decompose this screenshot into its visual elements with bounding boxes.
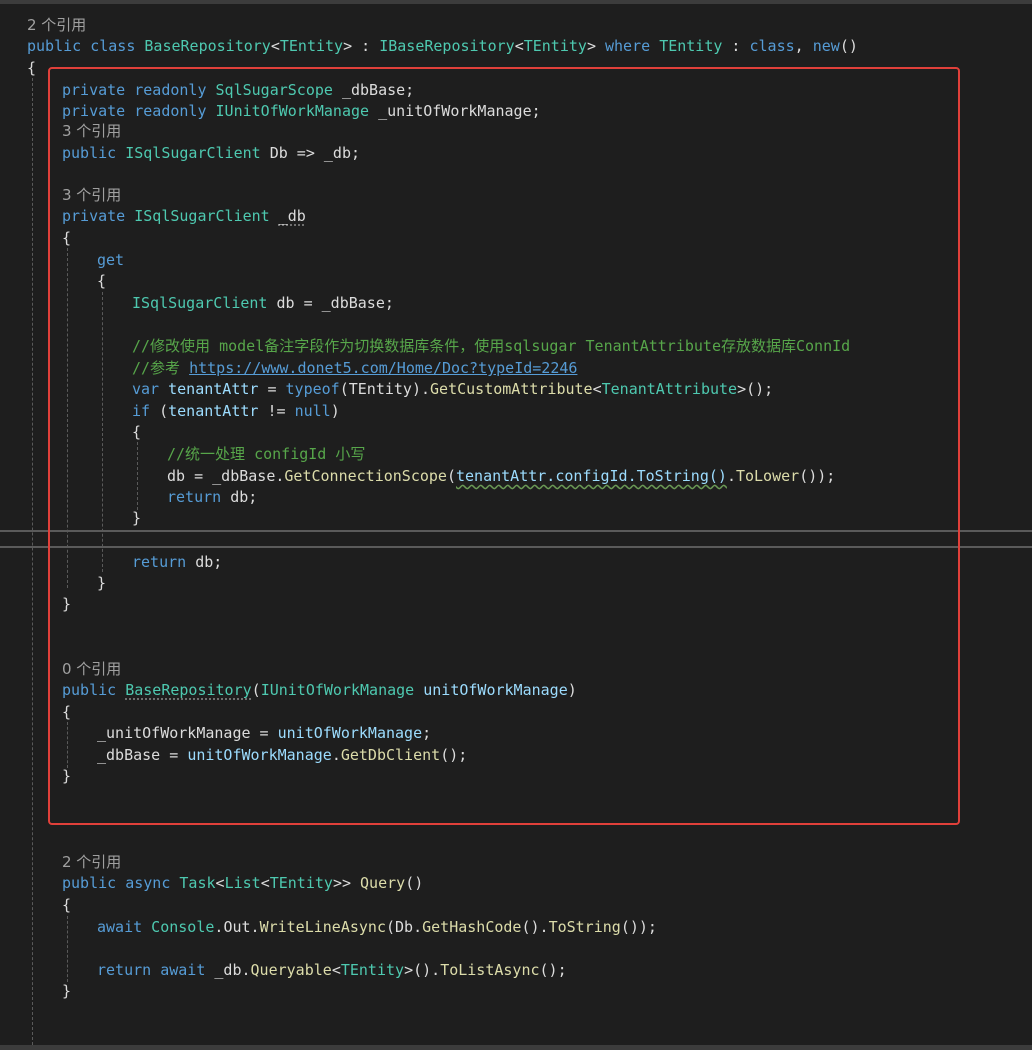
code-token: WriteLineAsync (259, 918, 386, 936)
code-token: IBaseRepository (379, 37, 515, 55)
code-token: await (151, 961, 206, 979)
return-await-line: return await _db.Queryable<TEntity>().To… (97, 959, 567, 981)
code-token: () (405, 874, 424, 892)
code-token: Task (179, 874, 216, 892)
code-token: new (812, 37, 840, 55)
code-token: < (270, 37, 280, 55)
open-brace: { (62, 896, 72, 914)
code-token: async (116, 874, 180, 892)
code-token: < (514, 37, 524, 55)
code-token: > (586, 37, 596, 55)
code-token: () (839, 37, 858, 55)
code-token: class (90, 37, 136, 55)
indent-guide (67, 916, 68, 982)
code-token: (); (539, 961, 567, 979)
code-token: : (352, 37, 380, 55)
code-token: . (250, 918, 260, 936)
indent-guide (32, 78, 33, 1050)
code-token: TEntity (279, 37, 344, 55)
class-open-brace: { (27, 59, 37, 77)
code-token: < (260, 874, 270, 892)
codelens-query-references[interactable]: 2 个引用 (62, 851, 121, 873)
query-declaration: public async Task<List<TEntity>> Query() (62, 872, 423, 894)
code-token: , (794, 37, 813, 55)
code-token: >(). (404, 961, 441, 979)
code-token: >> (332, 874, 351, 892)
code-token: ToString (548, 918, 621, 936)
highlight-box (48, 67, 960, 825)
class-name: BaseRepository (144, 37, 271, 55)
code-token: TEntity (340, 961, 405, 979)
code-token: where (605, 37, 651, 55)
code-token: TEntity (269, 874, 333, 892)
code-token: ()); (620, 918, 657, 936)
code-token: TEntity (523, 37, 587, 55)
code-token: Queryable (250, 961, 332, 979)
codelens-class-references[interactable]: 2 个引用 (27, 14, 86, 36)
code-token: List (224, 874, 261, 892)
editor-top-bar (0, 0, 1032, 4)
code-token: ToListAsync (440, 961, 540, 979)
code-token: class (749, 37, 795, 55)
code-token: < (215, 874, 225, 892)
await-console-line: await Console.Out.WriteLineAsync(Db.GetH… (97, 916, 657, 938)
code-token: public (62, 874, 117, 892)
editor-bottom-bar (0, 1045, 1032, 1050)
code-token: < (331, 961, 341, 979)
code-token: GetHashCode (422, 918, 522, 936)
code-token: _db. (205, 961, 251, 979)
code-token: public (27, 37, 82, 55)
code-token: > (343, 37, 353, 55)
close-brace: } (62, 982, 72, 1000)
code-token: Console (142, 918, 215, 936)
code-token: await (97, 918, 143, 936)
code-token: Out (223, 918, 251, 936)
code-token: : (722, 37, 750, 55)
code-token: Query (351, 874, 406, 892)
code-token: return (97, 961, 152, 979)
code-token: TEntity (659, 37, 723, 55)
code-token: (Db. (386, 918, 423, 936)
class-declaration: public class BaseRepository<TEntity> : I… (27, 35, 858, 57)
code-token: (). (521, 918, 549, 936)
